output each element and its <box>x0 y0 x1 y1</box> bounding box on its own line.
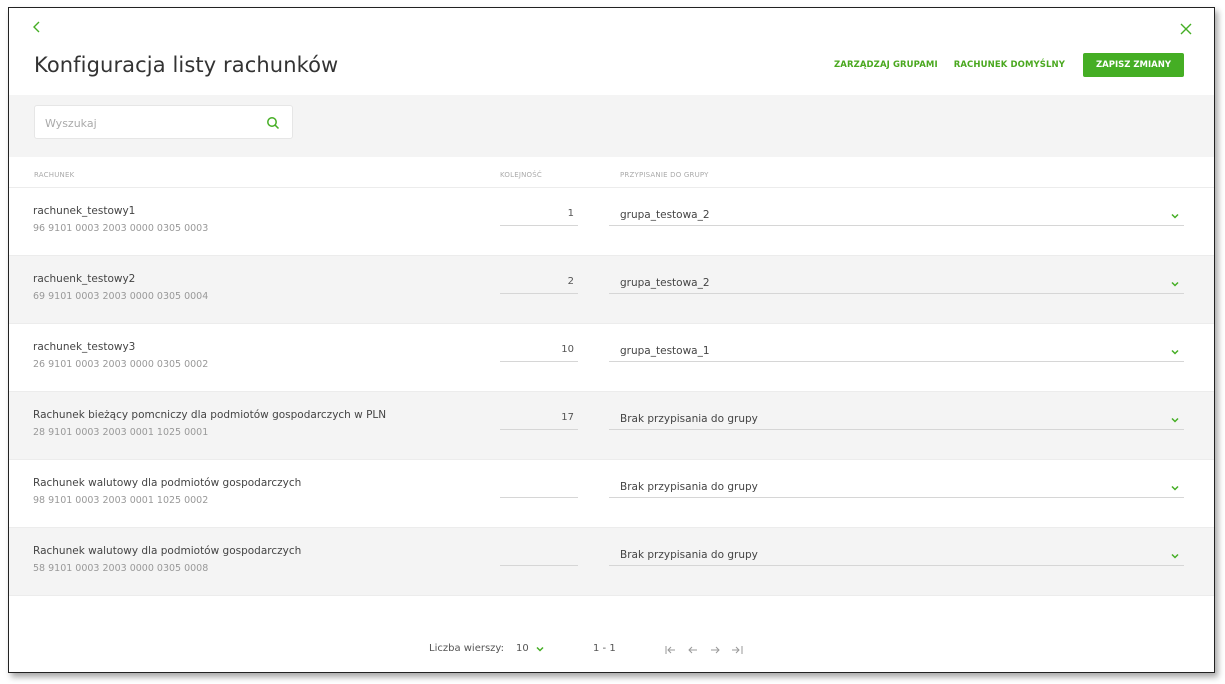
rows-per-page-select[interactable]: 10 <box>516 643 545 654</box>
order-input[interactable]: 10 <box>500 344 578 362</box>
group-select[interactable]: Brak przypisania do grupy <box>609 412 1184 430</box>
order-input[interactable] <box>500 548 578 566</box>
account-number: 98 9101 0003 2003 0001 1025 0002 <box>33 495 209 506</box>
group-select-value: Brak przypisania do grupy <box>620 549 758 561</box>
next-page-button[interactable] <box>708 643 722 657</box>
chevron-down-icon <box>1171 349 1179 355</box>
chevron-down-icon <box>1171 213 1179 219</box>
account-name: Rachunek walutowy dla podmiotów gospodar… <box>33 477 302 489</box>
group-select-value: grupa_testowa_1 <box>620 345 710 357</box>
chevron-down-icon <box>536 646 544 652</box>
account-name: Rachunek walutowy dla podmiotów gospodar… <box>33 545 302 557</box>
group-select[interactable]: grupa_testowa_2 <box>609 276 1184 294</box>
account-name: rachuenk_testowy2 <box>33 273 136 285</box>
column-header-order: KOLEJNOŚĆ <box>500 171 542 179</box>
last-page-button[interactable] <box>730 643 744 657</box>
table-row: rachuenk_testowy2 69 9101 0003 2003 0000… <box>9 256 1214 324</box>
save-changes-button[interactable]: ZAPISZ ZMIANY <box>1082 53 1184 77</box>
next-page-icon <box>711 646 720 654</box>
search-box <box>34 105 293 139</box>
table-row: rachunek_testowy1 96 9101 0003 2003 0000… <box>9 188 1214 256</box>
first-page-button[interactable] <box>664 643 678 657</box>
table-row: Rachunek bieżący pomcniczy dla podmiotów… <box>9 392 1214 460</box>
account-list-config-dialog: Konfiguracja listy rachunków ZARZĄDZAJ G… <box>8 7 1215 673</box>
order-input[interactable]: 1 <box>500 208 578 226</box>
account-number: 96 9101 0003 2003 0000 0305 0003 <box>33 223 209 234</box>
account-number: 58 9101 0003 2003 0000 0305 0008 <box>33 563 209 574</box>
chevron-down-icon <box>1171 417 1179 423</box>
search-icon <box>267 117 280 130</box>
last-page-icon <box>732 646 743 654</box>
table-row: Rachunek walutowy dla podmiotów gospodar… <box>9 460 1214 528</box>
group-select[interactable]: grupa_testowa_2 <box>609 208 1184 226</box>
pagination: Liczba wierszy: 10 1 - 1 <box>9 641 1214 661</box>
search-input[interactable] <box>45 114 245 132</box>
group-select-value: grupa_testowa_2 <box>620 209 710 221</box>
header-actions: ZARZĄDZAJ GRUPAMI RACHUNEK DOMYŚLNY ZAPI… <box>834 53 1184 77</box>
account-name: rachunek_testowy3 <box>33 341 136 353</box>
order-input[interactable]: 2 <box>500 276 578 294</box>
group-select[interactable]: Brak przypisania do grupy <box>609 480 1184 498</box>
chevron-down-icon <box>1171 281 1179 287</box>
group-select[interactable]: Brak przypisania do grupy <box>609 548 1184 566</box>
table-row: rachunek_testowy3 26 9101 0003 2003 0000… <box>9 324 1214 392</box>
page-range: 1 - 1 <box>593 643 616 654</box>
default-account-button[interactable]: RACHUNEK DOMYŚLNY <box>954 60 1065 70</box>
table-row: Rachunek walutowy dla podmiotów gospodar… <box>9 528 1214 596</box>
rows-per-page-label: Liczba wierszy: <box>429 643 504 654</box>
group-select-value: grupa_testowa_2 <box>620 277 710 289</box>
column-header-account: RACHUNEK <box>34 171 75 179</box>
search-button[interactable] <box>266 115 280 130</box>
rows-per-page-value: 10 <box>516 643 529 654</box>
chevron-left-icon <box>33 21 40 33</box>
account-name: rachunek_testowy1 <box>33 205 136 217</box>
close-icon <box>1180 23 1192 35</box>
account-number: 69 9101 0003 2003 0000 0305 0004 <box>33 291 209 302</box>
prev-page-icon <box>688 646 697 654</box>
group-select-value: Brak przypisania do grupy <box>620 413 758 425</box>
order-input[interactable] <box>500 480 578 498</box>
accounts-table: rachunek_testowy1 96 9101 0003 2003 0000… <box>9 188 1214 596</box>
account-name: Rachunek bieżący pomcniczy dla podmiotów… <box>33 409 387 421</box>
prev-page-button[interactable] <box>686 643 700 657</box>
group-select-value: Brak przypisania do grupy <box>620 481 758 493</box>
chevron-down-icon <box>1171 553 1179 559</box>
search-bar <box>9 95 1214 157</box>
first-page-icon <box>665 646 675 654</box>
account-number: 26 9101 0003 2003 0000 0305 0002 <box>33 359 209 370</box>
group-select[interactable]: grupa_testowa_1 <box>609 344 1184 362</box>
page-title: Konfiguracja listy rachunków <box>34 53 339 77</box>
close-button[interactable] <box>1178 21 1194 37</box>
column-header-group: PRZYPISANIE DO GRUPY <box>620 171 709 179</box>
manage-groups-button[interactable]: ZARZĄDZAJ GRUPAMI <box>834 60 938 70</box>
back-button[interactable] <box>29 19 45 35</box>
chevron-down-icon <box>1171 485 1179 491</box>
account-number: 28 9101 0003 2003 0001 1025 0001 <box>33 427 209 438</box>
order-input[interactable]: 17 <box>500 412 578 430</box>
